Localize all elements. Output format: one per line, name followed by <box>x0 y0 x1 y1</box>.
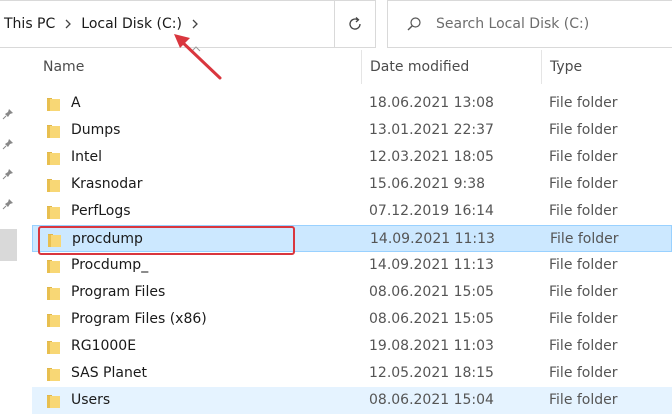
folder-icon <box>47 286 60 300</box>
file-type: File folder <box>549 284 618 300</box>
breadcrumb-this-pc[interactable]: This PC <box>4 16 55 32</box>
file-name[interactable]: SAS Planet <box>71 360 147 387</box>
file-name[interactable]: Program Files <box>71 279 165 306</box>
file-type: File folder <box>549 149 618 165</box>
folder-icon <box>47 367 60 381</box>
date-modified: 14.09.2021 11:13 <box>370 231 495 247</box>
table-row[interactable]: RG1000E 19.08.2021 11:03 File folder <box>32 333 672 360</box>
table-row[interactable]: Users 08.06.2021 15:04 File folder <box>32 387 672 414</box>
table-row[interactable]: Krasnodar 15.06.2021 9:38 File folder <box>32 171 672 198</box>
folder-icon <box>47 178 60 192</box>
folder-icon <box>47 313 60 327</box>
column-header-date[interactable]: Date modified <box>370 50 469 84</box>
file-type: File folder <box>549 95 618 111</box>
pin-icon[interactable] <box>2 138 14 150</box>
search-input[interactable]: Search Local Disk (C:) <box>436 16 589 32</box>
column-divider[interactable] <box>541 50 542 84</box>
folder-icon <box>47 340 60 354</box>
date-modified: 13.01.2021 22:37 <box>369 122 494 138</box>
pin-icon[interactable] <box>2 108 14 120</box>
file-type: File folder <box>549 257 618 273</box>
search-box[interactable]: Search Local Disk (C:) <box>387 0 672 48</box>
top-bar: This PC Local Disk (C:) Search Local Dis… <box>0 0 672 48</box>
file-name[interactable]: Krasnodar <box>71 171 142 198</box>
column-header-row: Name Date modified Type <box>32 50 672 84</box>
date-modified: 08.06.2021 15:05 <box>369 284 494 300</box>
refresh-icon <box>347 16 363 32</box>
date-modified: 12.05.2021 18:15 <box>369 365 494 381</box>
folder-icon <box>47 97 60 111</box>
refresh-button[interactable] <box>334 0 376 48</box>
date-modified: 08.06.2021 15:04 <box>369 392 494 408</box>
pin-icon[interactable] <box>2 168 14 180</box>
pin-icon[interactable] <box>2 198 14 210</box>
date-modified: 19.08.2021 11:03 <box>369 338 494 354</box>
file-type: File folder <box>549 122 618 138</box>
file-name[interactable]: RG1000E <box>71 333 136 360</box>
nav-selected-item[interactable] <box>0 229 17 261</box>
date-modified: 12.03.2021 18:05 <box>369 149 494 165</box>
date-modified: 15.06.2021 9:38 <box>369 176 486 192</box>
date-modified: 07.12.2019 16:14 <box>369 203 494 219</box>
table-row[interactable]: Program Files 08.06.2021 15:05 File folder <box>32 279 672 306</box>
date-modified: 14.09.2021 11:13 <box>369 257 494 273</box>
column-header-type[interactable]: Type <box>550 50 582 84</box>
folder-icon <box>47 205 60 219</box>
file-type: File folder <box>549 176 618 192</box>
file-name[interactable]: Program Files (x86) <box>71 306 207 333</box>
file-name[interactable]: Users <box>71 387 110 414</box>
file-type: File folder <box>549 365 618 381</box>
table-row[interactable]: Intel 12.03.2021 18:05 File folder <box>32 144 672 171</box>
column-divider[interactable] <box>361 50 362 84</box>
column-header-name[interactable]: Name <box>43 50 84 84</box>
table-row[interactable]: SAS Planet 12.05.2021 18:15 File folder <box>32 360 672 387</box>
chevron-right-icon[interactable] <box>64 19 72 29</box>
file-name[interactable]: A <box>71 90 81 117</box>
table-row[interactable]: Program Files (x86) 08.06.2021 15:05 File … <box>32 306 672 333</box>
table-row[interactable]: PerfLogs 07.12.2019 16:14 File folder <box>32 198 672 225</box>
file-type: File folder <box>550 231 619 247</box>
file-name[interactable]: Intel <box>71 144 102 171</box>
table-row[interactable]: A 18.06.2021 13:08 File folder <box>32 90 672 117</box>
file-type: File folder <box>549 338 618 354</box>
folder-icon <box>47 124 60 138</box>
folder-icon <box>47 259 60 273</box>
table-row[interactable]: Procdump_ 14.09.2021 11:13 File folder <box>32 252 672 279</box>
file-name[interactable]: Dumps <box>71 117 120 144</box>
highlight-box-annotation <box>38 226 295 255</box>
file-type: File folder <box>549 311 618 327</box>
search-icon <box>406 16 422 32</box>
file-name[interactable]: PerfLogs <box>71 198 131 225</box>
file-type: File folder <box>549 203 618 219</box>
file-name[interactable]: Procdump_ <box>71 252 148 279</box>
folder-icon <box>47 394 60 408</box>
date-modified: 18.06.2021 13:08 <box>369 95 494 111</box>
table-row[interactable]: Dumps 13.01.2021 22:37 File folder <box>32 117 672 144</box>
folder-icon <box>47 151 60 165</box>
red-arrow-annotation <box>174 34 222 80</box>
file-type: File folder <box>549 392 618 408</box>
date-modified: 08.06.2021 15:05 <box>369 311 494 327</box>
